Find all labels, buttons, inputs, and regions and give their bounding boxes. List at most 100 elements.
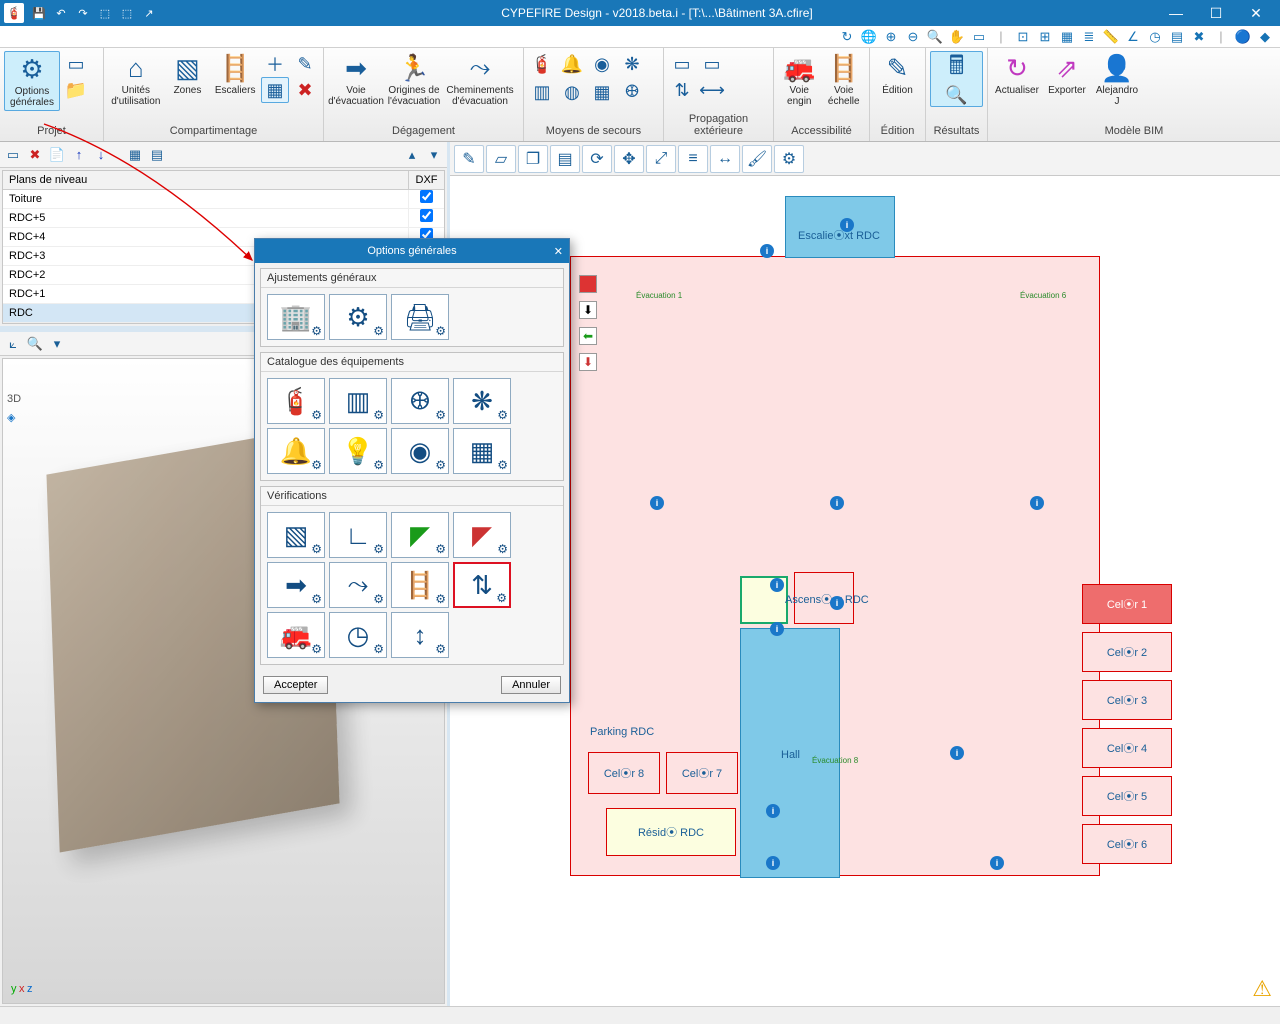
- qat-redo-icon[interactable]: ↷: [74, 4, 92, 22]
- qat-save-icon[interactable]: 💾: [30, 4, 48, 22]
- options-generales-button[interactable]: ⚙ Options générales: [4, 51, 60, 111]
- view-3d-icon[interactable]: 3D: [7, 393, 21, 405]
- qat-box2-icon[interactable]: ⬚: [118, 4, 136, 22]
- cancel-button[interactable]: Annuler: [501, 676, 561, 694]
- info-dot-icon[interactable]: i: [830, 496, 844, 510]
- opt-v5-icon[interactable]: ➡⚙: [267, 562, 325, 608]
- opt-sprink-icon[interactable]: ❋⚙: [453, 378, 511, 424]
- lvl-layers-icon[interactable]: ▤: [148, 146, 166, 164]
- voie-engin-button[interactable]: 🚒Voie engin: [778, 51, 821, 109]
- info-dot-icon[interactable]: i: [950, 746, 964, 760]
- view-zoom-icon[interactable]: 🔍: [26, 335, 44, 353]
- tool-zoomout-icon[interactable]: ⊖: [904, 28, 922, 46]
- sprinkler-icon[interactable]: ❋: [618, 51, 646, 77]
- warning-icon[interactable]: ⚠: [1252, 976, 1272, 1002]
- opt-v1-icon[interactable]: ▧⚙: [267, 512, 325, 558]
- tool-snap1-icon[interactable]: ⊡: [1014, 28, 1032, 46]
- tool-help-icon[interactable]: 🔵: [1234, 28, 1252, 46]
- level-dxf-check[interactable]: [408, 190, 444, 208]
- erase-icon[interactable]: ▱: [486, 145, 516, 173]
- opt-v11-icon[interactable]: ↕⚙: [391, 612, 449, 658]
- opt-general-gear-icon[interactable]: ⚙⚙: [329, 294, 387, 340]
- info-dot-icon[interactable]: i: [840, 218, 854, 232]
- tool-snap2-icon[interactable]: ⊞: [1036, 28, 1054, 46]
- compart-edit-icon[interactable]: ✎: [291, 51, 319, 77]
- hydrant-icon[interactable]: 𐃏: [618, 79, 646, 105]
- side-import-icon[interactable]: ⬇: [579, 301, 597, 319]
- lvl-down-icon[interactable]: ↓: [92, 146, 110, 164]
- opt-panel-icon[interactable]: ▦⚙: [453, 428, 511, 474]
- voie-evac-button[interactable]: ➡Voie d'évacuation: [328, 51, 384, 109]
- dialog-close-icon[interactable]: ✕: [554, 245, 563, 258]
- qat-export-icon[interactable]: ↗: [140, 4, 158, 22]
- origines-button[interactable]: 🏃Origines de l'évacuation: [386, 51, 442, 109]
- plan-canvas[interactable]: Escalie⦿xt RDC Ascens⦿ur RDC Hall Parkin…: [450, 176, 1280, 1006]
- tool-about-icon[interactable]: ◆: [1256, 28, 1274, 46]
- opt-v4-icon[interactable]: ◤⚙: [453, 512, 511, 558]
- lvl-new-icon[interactable]: ▭: [4, 146, 22, 164]
- opt-detect-icon[interactable]: ◉⚙: [391, 428, 449, 474]
- copy-icon[interactable]: ❐: [518, 145, 548, 173]
- opt-v3-icon[interactable]: ◤⚙: [391, 512, 449, 558]
- info-dot-icon[interactable]: i: [770, 578, 784, 592]
- tool-pan-icon[interactable]: ✋: [948, 28, 966, 46]
- opt-hose-icon[interactable]: ▥⚙: [329, 378, 387, 424]
- tool-meas-icon[interactable]: 📏: [1102, 28, 1120, 46]
- opt-light-icon[interactable]: 💡⚙: [329, 428, 387, 474]
- wet-icon[interactable]: ▦: [588, 79, 616, 105]
- compart-add-icon[interactable]: ＋: [261, 51, 289, 77]
- tool-zoomin-icon[interactable]: ⊕: [882, 28, 900, 46]
- info-dot-icon[interactable]: i: [766, 804, 780, 818]
- opt-print-icon[interactable]: 🖨⚙: [391, 294, 449, 340]
- project-open-icon[interactable]: 📁: [62, 77, 90, 103]
- align-icon[interactable]: ≡: [678, 145, 708, 173]
- opt-v10-icon[interactable]: ◷⚙: [329, 612, 387, 658]
- tool-grid-icon[interactable]: ▦: [1058, 28, 1076, 46]
- edition-button[interactable]: ✎Édition: [874, 51, 921, 98]
- opt-v6-icon[interactable]: ⤳⚙: [329, 562, 387, 608]
- tool-clock-icon[interactable]: ◷: [1146, 28, 1164, 46]
- brush-icon[interactable]: 🖌: [742, 145, 772, 173]
- tool-globe-icon[interactable]: 🌐: [860, 28, 878, 46]
- move-icon[interactable]: ✥: [614, 145, 644, 173]
- dialog-titlebar[interactable]: Options générales ✕: [255, 239, 569, 263]
- zones-button[interactable]: ▧Zones: [166, 51, 210, 98]
- view-axes-icon[interactable]: ⟀: [4, 335, 22, 353]
- smoke-icon[interactable]: ◍: [558, 79, 586, 105]
- opt-v9-icon[interactable]: 🚒⚙: [267, 612, 325, 658]
- opt-v7-icon[interactable]: 🪜⚙: [391, 562, 449, 608]
- tool-cross-icon[interactable]: ✖: [1190, 28, 1208, 46]
- info-dot-icon[interactable]: i: [770, 622, 784, 636]
- lvl-collapse-icon[interactable]: ▴: [403, 146, 421, 164]
- unites-button[interactable]: ⌂Unités d'utilisation: [108, 51, 164, 109]
- qat-box1-icon[interactable]: ⬚: [96, 4, 114, 22]
- lvl-up-icon[interactable]: ↑: [70, 146, 88, 164]
- voie-echelle-button[interactable]: 🪜Voie échelle: [823, 51, 866, 109]
- info-dot-icon[interactable]: i: [990, 856, 1004, 870]
- info-dot-icon[interactable]: i: [766, 856, 780, 870]
- project-new-icon[interactable]: ▭: [62, 51, 90, 77]
- opt-ext-icon[interactable]: 🧯⚙: [267, 378, 325, 424]
- level-row[interactable]: Toiture: [3, 190, 444, 209]
- tool-layers-icon[interactable]: ≣: [1080, 28, 1098, 46]
- close-button[interactable]: ✕: [1236, 0, 1276, 26]
- level-dxf-check[interactable]: [408, 209, 444, 227]
- side-save-icon[interactable]: ⬇: [579, 353, 597, 371]
- prop4-icon[interactable]: ⟷: [698, 77, 726, 103]
- hose-icon[interactable]: ▥: [528, 79, 556, 105]
- opt-v2-icon[interactable]: ∟⚙: [329, 512, 387, 558]
- maximize-button[interactable]: ☐: [1196, 0, 1236, 26]
- accept-button[interactable]: Accepter: [263, 676, 328, 694]
- lvl-del-icon[interactable]: ✖: [26, 146, 44, 164]
- extinguisher-icon[interactable]: 🧯: [528, 51, 556, 77]
- view-more-icon[interactable]: ▾: [48, 335, 66, 353]
- info-dot-icon[interactable]: i: [830, 596, 844, 610]
- cheminements-button[interactable]: ⤳Cheminements d'évacuation: [444, 51, 516, 109]
- draw-pen-icon[interactable]: ✎: [454, 145, 484, 173]
- opt-v8-elevator-icon[interactable]: ⇅⚙: [453, 562, 511, 608]
- level-row[interactable]: RDC+5: [3, 209, 444, 228]
- dim-icon[interactable]: ↔: [710, 145, 740, 173]
- lvl-copy-icon[interactable]: 📄: [48, 146, 66, 164]
- tool-refresh-icon[interactable]: ↻: [838, 28, 856, 46]
- tool-select-icon[interactable]: ▭: [970, 28, 988, 46]
